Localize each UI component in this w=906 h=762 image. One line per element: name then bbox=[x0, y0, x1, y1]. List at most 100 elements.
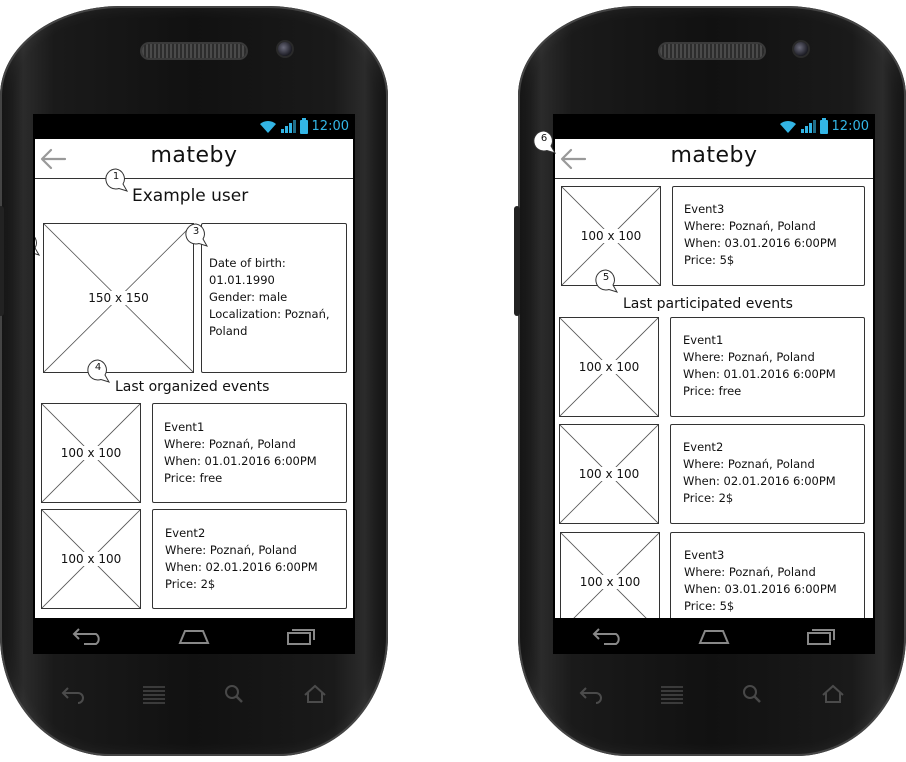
earpiece-speaker bbox=[660, 44, 764, 58]
annotation-callout: 1 bbox=[105, 168, 129, 192]
event-name: Event2 bbox=[683, 440, 724, 454]
event-when: When: 01.01.2016 6:00PM bbox=[164, 454, 317, 468]
battery-icon bbox=[299, 117, 308, 134]
hw-search-icon bbox=[743, 685, 762, 703]
hw-back-icon bbox=[579, 687, 602, 704]
thumbnail-size-label: 100 x 100 bbox=[58, 446, 124, 460]
signal-icon bbox=[280, 120, 296, 133]
avatar-placeholder: 150 x 150 bbox=[43, 223, 194, 373]
wifi-icon bbox=[779, 120, 796, 133]
event-details: Event3 Where: Poznań, Poland When: 03.01… bbox=[684, 201, 864, 269]
event-name: Event3 bbox=[684, 548, 725, 562]
app-content: mateby Example user 150 x 150 Date of bi… bbox=[35, 139, 353, 618]
app-title: mateby bbox=[670, 143, 758, 168]
nav-back-icon[interactable] bbox=[590, 626, 624, 646]
event-where: Where: Poznań, Poland bbox=[684, 219, 816, 233]
battery-icon bbox=[819, 117, 828, 134]
event-thumbnail: 100 x 100 bbox=[559, 424, 659, 524]
hw-back-icon bbox=[61, 687, 84, 704]
event-name: Event2 bbox=[165, 526, 206, 540]
event-when: When: 02.01.2016 6:00PM bbox=[165, 560, 318, 574]
event-name: Event3 bbox=[684, 202, 725, 216]
annotation-callout: 6 bbox=[533, 130, 557, 154]
avatar-size-label: 150 x 150 bbox=[86, 291, 151, 305]
event-when: When: 03.01.2016 6:00PM bbox=[684, 236, 837, 250]
thumbnail-size-label: 100 x 100 bbox=[577, 575, 643, 589]
front-camera bbox=[278, 42, 292, 56]
nav-recent-apps-icon[interactable] bbox=[804, 626, 838, 646]
clock: 12:00 bbox=[311, 119, 349, 134]
event-when: When: 03.01.2016 6:00PM bbox=[684, 582, 837, 596]
event-price: Price: free bbox=[683, 384, 742, 398]
phone-profile: 12:00 mateby Example user 150 x 150 Date… bbox=[0, 6, 388, 756]
annotation-callout: 4 bbox=[87, 359, 111, 383]
event-price: Price: free bbox=[164, 471, 223, 485]
event-where: Where: Poznań, Poland bbox=[684, 565, 816, 579]
navigation-bar bbox=[33, 618, 355, 654]
event-name: Event1 bbox=[683, 333, 724, 347]
thumbnail-size-label: 100 x 100 bbox=[576, 360, 642, 374]
section-title: Last organized events bbox=[115, 379, 270, 395]
localization-line1: Localization: Poznań, bbox=[209, 307, 330, 321]
event-details: Event2 Where: Poznań, Poland When: 02.01… bbox=[683, 439, 863, 507]
event-details: Event1 Where: Poznań, Poland When: 01.01… bbox=[683, 332, 863, 400]
user-name: Example user bbox=[132, 186, 249, 206]
callout-number: 6 bbox=[540, 133, 548, 144]
status-bar: 12:00 bbox=[33, 114, 355, 139]
event-where: Where: Poznań, Poland bbox=[164, 437, 296, 451]
nav-home-icon[interactable] bbox=[177, 626, 211, 646]
event-name: Event1 bbox=[164, 420, 205, 434]
event-price: Price: 5$ bbox=[684, 253, 735, 267]
event-details: Event1 Where: Poznań, Poland When: 01.01… bbox=[164, 419, 344, 487]
event-where: Where: Poznań, Poland bbox=[165, 543, 297, 557]
status-bar: 12:00 bbox=[553, 114, 875, 139]
thumbnail-size-label: 100 x 100 bbox=[578, 229, 644, 243]
signal-icon bbox=[800, 120, 816, 133]
navigation-bar bbox=[553, 618, 875, 654]
hw-home-icon bbox=[304, 684, 326, 703]
dob-label: Date of birth: bbox=[209, 256, 286, 270]
app-bar: mateby bbox=[555, 139, 873, 179]
event-price: Price: 5$ bbox=[684, 599, 735, 613]
event-thumbnail: 100 x 100 bbox=[560, 532, 660, 618]
callout-number: 2 bbox=[35, 235, 39, 246]
volume-button bbox=[0, 206, 4, 316]
annotation-callout: 2 bbox=[35, 232, 41, 256]
callout-number: 4 bbox=[94, 362, 102, 373]
event-when: When: 01.01.2016 6:00PM bbox=[683, 367, 836, 381]
callout-number: 3 bbox=[192, 226, 200, 237]
thumbnail-size-label: 100 x 100 bbox=[58, 552, 124, 566]
event-when: When: 02.01.2016 6:00PM bbox=[683, 474, 836, 488]
nav-recent-apps-icon[interactable] bbox=[284, 626, 318, 646]
hardware-keys bbox=[578, 684, 846, 704]
nav-back-icon[interactable] bbox=[70, 626, 104, 646]
event-details: Event2 Where: Poznań, Poland When: 02.01… bbox=[165, 525, 345, 593]
hw-menu-icon bbox=[142, 686, 165, 704]
annotation-callout: 5 bbox=[595, 269, 619, 293]
phone-participated: 12:00 mateby 100 x 100 Event3 Where: Poz… bbox=[514, 6, 906, 756]
hw-search-icon bbox=[225, 685, 244, 703]
wifi-icon bbox=[259, 120, 276, 133]
profile-info: Date of birth: 01.01.1990 Gender: male L… bbox=[209, 255, 343, 340]
volume-button bbox=[514, 206, 520, 316]
screen: 12:00 mateby Example user 150 x 150 Date… bbox=[33, 114, 355, 654]
section-title: Last participated events bbox=[623, 296, 793, 312]
event-thumbnail: 100 x 100 bbox=[41, 509, 141, 609]
front-camera bbox=[794, 42, 808, 56]
hardware-keys bbox=[60, 684, 328, 704]
app-bar: mateby bbox=[35, 139, 353, 179]
event-price: Price: 2$ bbox=[683, 491, 734, 505]
earpiece-speaker bbox=[142, 44, 246, 58]
nav-home-icon[interactable] bbox=[697, 626, 731, 646]
callout-number: 1 bbox=[112, 171, 120, 182]
clock: 12:00 bbox=[831, 119, 869, 134]
gender: Gender: male bbox=[209, 290, 288, 304]
hw-menu-icon bbox=[660, 686, 683, 704]
thumbnail-size-label: 100 x 100 bbox=[576, 467, 642, 481]
hw-home-icon bbox=[822, 684, 844, 703]
app-title: mateby bbox=[150, 143, 238, 168]
dob-value: 01.01.1990 bbox=[209, 273, 275, 287]
event-where: Where: Poznań, Poland bbox=[683, 350, 815, 364]
screen: 12:00 mateby 100 x 100 Event3 Where: Poz… bbox=[553, 114, 875, 654]
event-where: Where: Poznań, Poland bbox=[683, 457, 815, 471]
